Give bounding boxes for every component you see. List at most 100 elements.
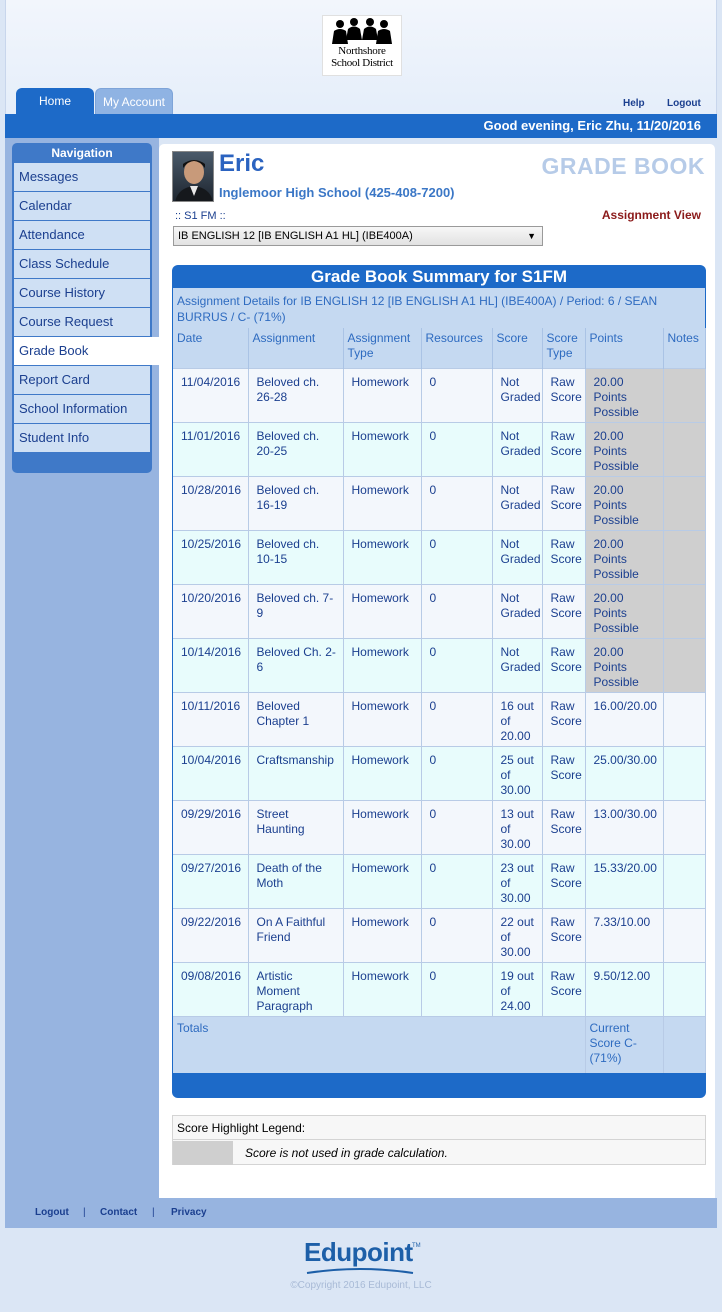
page-title: GRADE BOOK [541,153,705,179]
row-points: 13.00/30.00 [585,799,664,854]
copyright-text: ©Copyright 2016 Edupoint, LLC [290,1280,432,1291]
column-header-assignment-type[interactable]: Assignment Type [343,328,422,368]
row-assignment-type: Homework [343,367,422,422]
row-assignment-type: Homework [343,745,422,800]
row-resources: 0 [421,637,493,692]
column-header-points[interactable]: Points [585,328,664,368]
row-assignment-type: Homework [343,853,422,908]
row-score-type: Raw Score [542,961,586,1016]
logo-line2: School District [331,57,393,69]
help-link[interactable]: Help [623,98,645,109]
row-points: 7.33/10.00 [585,907,664,962]
row-assignment-type: Homework [343,799,422,854]
district-people-icon [332,18,392,44]
row-points: 20.00 Points Possible [585,637,664,692]
sidebar-item-course-request[interactable]: Course Request [14,308,150,336]
table-row: 09/08/2016 Artistic Moment Paragraph Homew… [173,961,706,1016]
row-points: 20.00 Points Possible [585,529,664,584]
footer-privacy-link[interactable]: Privacy [171,1207,207,1218]
sidebar-item-school-information[interactable]: School Information [14,395,150,423]
totals-notes [663,1015,706,1073]
column-header-score[interactable]: Score [492,328,543,368]
table-row: 11/04/2016 Beloved ch. 26-28 Homework 0 Not … [173,367,706,422]
sidebar-item-messages[interactable]: Messages [14,163,150,191]
logo-line1: Northshore [338,45,386,57]
row-assignment: Beloved ch. 26-28 [248,367,344,422]
row-notes [663,907,706,962]
column-header-assignment[interactable]: Assignment [248,328,344,368]
header: Northshore School District Home My Accou… [5,0,717,115]
tab-home[interactable]: Home [16,88,94,115]
column-header-score-type[interactable]: Score Type [542,328,586,368]
score-legend: Score Highlight Legend: Score is not use… [172,1115,706,1165]
grade-book-summary: Grade Book Summary for S1FM Assignment D… [172,265,706,1098]
row-notes [663,691,706,746]
sidebar-item-report-card[interactable]: Report Card [14,366,150,394]
row-score-type: Raw Score [542,799,586,854]
assignment-view-link[interactable]: Assignment View [602,208,701,222]
sidebar-item-calendar[interactable]: Calendar [14,192,150,220]
row-assignment: On A Faithful Friend [248,907,344,962]
district-logo[interactable]: Northshore School District [322,15,402,76]
row-date: 09/27/2016 [173,853,249,908]
row-score-type: Raw Score [542,637,586,692]
tab-my-account[interactable]: My Account [95,88,173,115]
row-notes [663,853,706,908]
footer-logout-link[interactable]: Logout [35,1207,69,1218]
row-resources: 0 [421,907,493,962]
row-score: Not Graded [492,421,543,476]
row-score: Not Graded [492,637,543,692]
row-date: 10/20/2016 [173,583,249,638]
logout-link[interactable]: Logout [667,98,701,109]
column-header-date[interactable]: Date [173,328,249,368]
row-date: 09/08/2016 [173,961,249,1016]
row-score-type: Raw Score [542,853,586,908]
row-notes [663,475,706,530]
row-resources: 0 [421,853,493,908]
row-resources: 0 [421,799,493,854]
row-notes [663,799,706,854]
navigation-panel: Navigation Messages Calendar Attendance … [12,143,160,473]
navigation-title: Navigation [51,146,113,160]
row-resources: 0 [421,583,493,638]
term-label: :: S1 FM :: [175,210,226,222]
class-select[interactable]: IB ENGLISH 12 [IB ENGLISH A1 HL] (IBE400… [173,226,543,246]
table-row: 10/25/2016 Beloved ch. 10-15 Homework 0 Not … [173,529,706,584]
column-header-resources[interactable]: Resources [421,328,493,368]
row-score-type: Raw Score [542,907,586,962]
row-resources: 0 [421,745,493,800]
sidebar-item-course-history[interactable]: Course History [14,279,150,307]
table-row: 10/14/2016 Beloved Ch. 2-6 Homework 0 Not Gr… [173,637,706,692]
row-assignment: Beloved Ch. 2-6 [248,637,344,692]
column-header-notes[interactable]: Notes [663,328,706,368]
row-score: 23 out of 30.00 [492,853,543,908]
row-date: 10/11/2016 [173,691,249,746]
row-score-type: Raw Score [542,367,586,422]
row-assignment-type: Homework [343,907,422,962]
row-points: 20.00 Points Possible [585,367,664,422]
table-row: 10/28/2016 Beloved ch. 16-19 Homework 0 Not … [173,475,706,530]
row-points: 20.00 Points Possible [585,421,664,476]
row-score-type: Raw Score [542,421,586,476]
row-resources: 0 [421,961,493,1016]
row-assignment-type: Homework [343,583,422,638]
class-select-value: IB ENGLISH 12 [IB ENGLISH A1 HL] (IBE400… [178,230,413,242]
sidebar-item-grade-book[interactable]: Grade Book [14,337,160,365]
row-notes [663,745,706,800]
greeting-bar: Good evening, Eric Zhu, 11/20/2016 [5,114,717,138]
row-score-type: Raw Score [542,691,586,746]
row-date: 11/01/2016 [173,421,249,476]
table-row: 11/01/2016 Beloved ch. 20-25 Homework 0 Not … [173,421,706,476]
current-score: Current Score C- (71%) [585,1015,664,1073]
row-assignment: Beloved Chapter 1 [248,691,344,746]
row-resources: 0 [421,529,493,584]
row-score: 25 out of 30.00 [492,745,543,800]
row-assignment: Artistic Moment Paragraph [248,961,344,1016]
sidebar-item-student-info[interactable]: Student Info [14,424,150,452]
footer-contact-link[interactable]: Contact [100,1207,137,1218]
row-points: 25.00/30.00 [585,745,664,800]
table-row: 09/29/2016 Street Haunting Homework 0 13 out… [173,799,706,854]
sidebar-item-class-schedule[interactable]: Class Schedule [14,250,150,278]
sidebar-item-attendance[interactable]: Attendance [14,221,150,249]
table-row: 10/04/2016 Craftsmanship Homework 0 25 out o… [173,745,706,800]
